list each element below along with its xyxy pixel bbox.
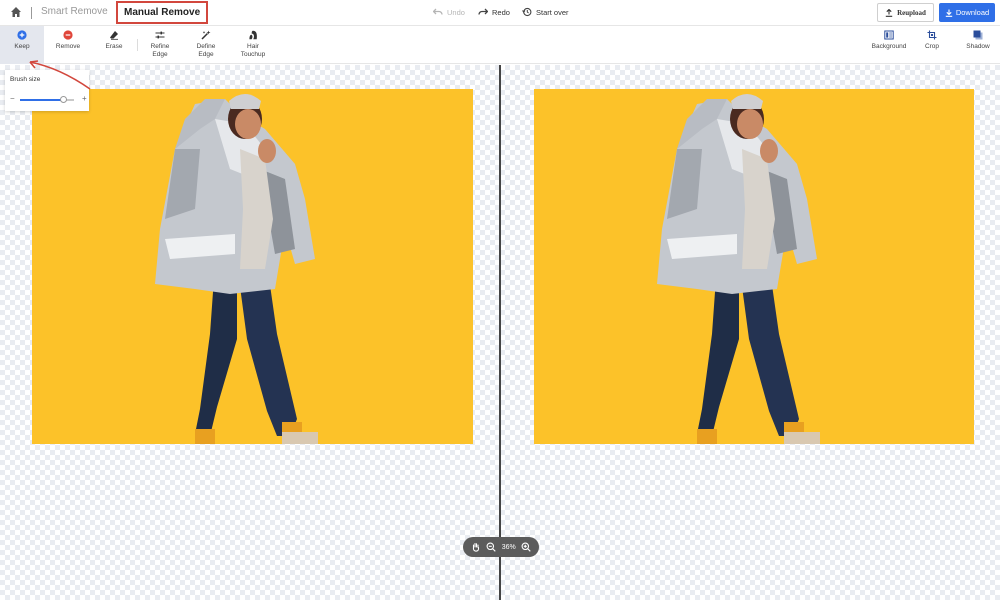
toolbar-separator xyxy=(137,39,138,51)
start-over-label: Start over xyxy=(536,7,569,17)
tool-define-edge-label-1: Define xyxy=(196,43,216,50)
background-icon xyxy=(884,30,894,40)
magic-brush-icon xyxy=(201,30,211,40)
shadow-icon xyxy=(973,30,983,40)
download-button[interactable]: Download xyxy=(939,3,995,22)
zoom-controls: 36% xyxy=(463,537,539,557)
zoom-in-icon[interactable] xyxy=(521,542,531,552)
reupload-button[interactable]: Reupload xyxy=(877,3,934,22)
tool-erase-label: Erase xyxy=(105,43,123,50)
tool-define-edge[interactable]: Define Edge xyxy=(189,26,223,64)
undo-label: Undo xyxy=(447,7,465,17)
tool-shadow-label: Shadow xyxy=(966,43,990,50)
eraser-icon xyxy=(109,30,119,40)
tool-background-label: Background xyxy=(871,43,907,50)
minus-circle-icon xyxy=(63,30,73,40)
tool-hair-touchup-label-2: Touchup xyxy=(240,50,266,58)
tool-hair-touchup[interactable]: Hair Touchup xyxy=(236,26,270,64)
tool-erase[interactable]: Erase xyxy=(98,26,130,64)
hair-icon xyxy=(248,30,258,40)
sliders-icon xyxy=(155,30,165,40)
manual-remove-tab[interactable]: Manual Remove xyxy=(116,1,209,24)
smart-remove-tab[interactable]: Smart Remove xyxy=(41,6,108,17)
tool-keep[interactable]: Keep xyxy=(0,26,44,64)
tool-hair-touchup-label-1: Hair xyxy=(247,43,259,50)
original-image[interactable] xyxy=(32,89,473,444)
download-label: Download xyxy=(955,8,990,17)
home-icon[interactable] xyxy=(10,6,22,18)
tool-remove[interactable]: Remove xyxy=(50,26,86,64)
tool-define-edge-label-2: Edge xyxy=(198,50,214,58)
redo-icon xyxy=(478,8,488,15)
zoom-out-icon[interactable] xyxy=(486,542,496,552)
brush-size-title: Brush size xyxy=(10,76,41,83)
person-photo-left xyxy=(155,94,318,444)
undo-icon xyxy=(433,8,443,15)
top-bar: Smart Remove Manual Remove Undo Redo Sta… xyxy=(0,0,1000,26)
redo-label: Redo xyxy=(492,7,510,17)
reupload-label: Reupload xyxy=(897,8,926,17)
result-image[interactable] xyxy=(534,89,974,444)
tool-shadow[interactable]: Shadow xyxy=(961,26,995,64)
brush-slider-handle[interactable] xyxy=(59,96,67,103)
tool-keep-label: Keep xyxy=(14,43,30,50)
zoom-level: 36% xyxy=(501,543,516,551)
tool-refine-edge-label-2: Edge xyxy=(152,50,168,58)
tool-refine-edge-label-1: Refine xyxy=(150,43,170,50)
hand-pan-icon[interactable] xyxy=(471,542,481,552)
tool-crop-label: Crop xyxy=(924,43,940,50)
plus-circle-icon xyxy=(17,30,27,40)
brush-increase-button[interactable]: + xyxy=(82,94,87,103)
compare-divider[interactable] xyxy=(499,65,501,600)
download-icon xyxy=(945,9,953,17)
redo-button[interactable]: Redo xyxy=(478,7,510,17)
upload-icon xyxy=(885,8,893,17)
person-photo-right xyxy=(657,94,820,444)
brush-size-panel: Brush size − + xyxy=(5,70,89,111)
start-over-button[interactable]: Start over xyxy=(522,7,569,17)
brush-slider-fill xyxy=(20,99,64,101)
history-icon xyxy=(522,7,532,17)
brush-decrease-button[interactable]: − xyxy=(10,94,15,103)
tool-remove-label: Remove xyxy=(55,43,81,50)
tool-bar: Keep Remove Erase Refine Edge Define Edg… xyxy=(0,26,1000,64)
tool-background[interactable]: Background xyxy=(866,26,912,64)
separator xyxy=(31,7,32,19)
crop-icon xyxy=(927,30,937,40)
undo-button[interactable]: Undo xyxy=(433,7,465,17)
tool-crop[interactable]: Crop xyxy=(918,26,946,64)
tool-refine-edge[interactable]: Refine Edge xyxy=(143,26,177,64)
